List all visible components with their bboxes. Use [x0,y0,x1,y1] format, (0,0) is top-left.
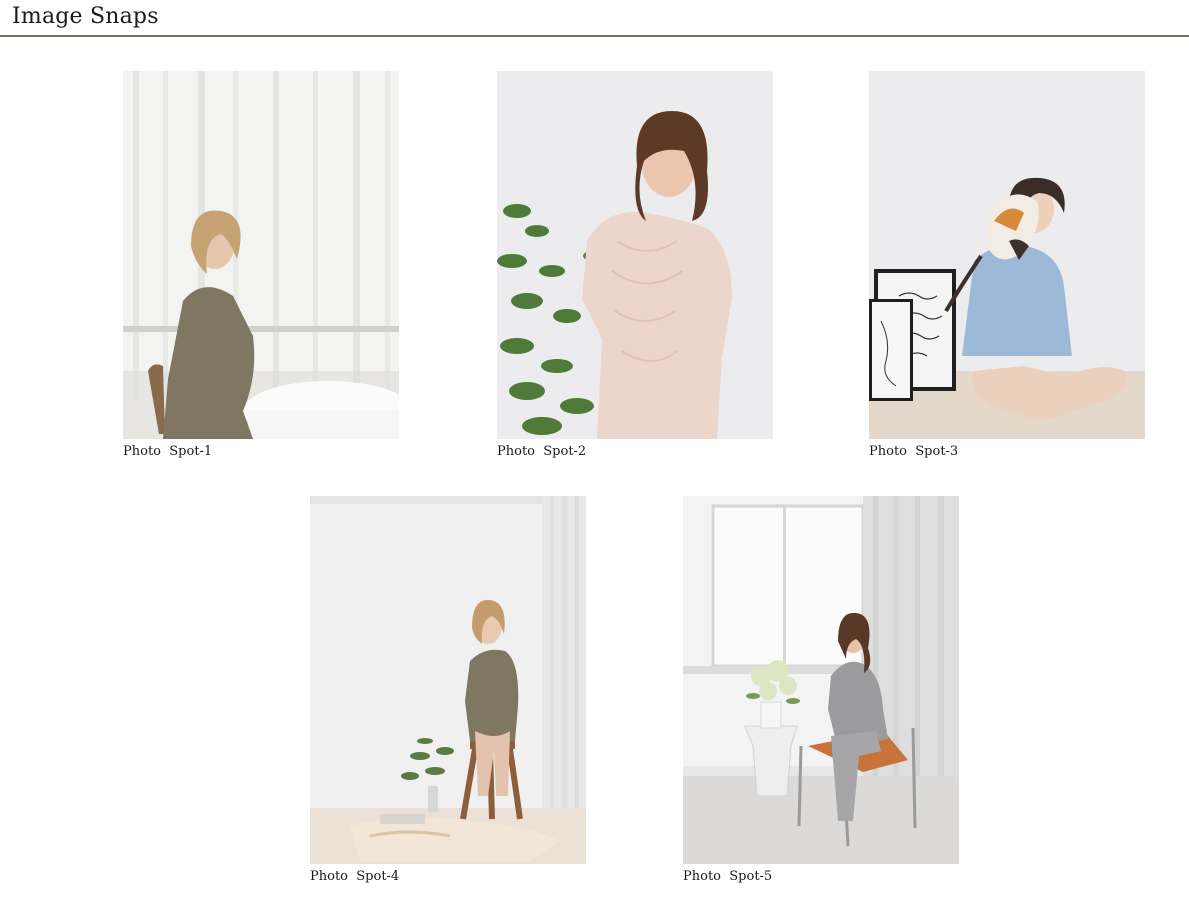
photo-caption: Photo Spot-3 [869,444,959,459]
gallery-card: Photo Spot-2 [497,71,773,459]
photo-spot-5-image[interactable] [683,496,959,864]
photo-caption: Photo Spot-5 [683,869,773,884]
page-header: Image Snaps [0,0,1189,37]
gallery-card: Photo Spot-3 [869,71,1145,459]
gallery-card: Photo Spot-4 [310,496,586,884]
photo-caption: Photo Spot-1 [123,444,213,459]
photo-spot-3-image[interactable] [869,71,1145,439]
photo-spot-1-image[interactable] [123,71,399,439]
page-title: Image Snaps [12,4,159,29]
photo-spot-4-image[interactable] [310,496,586,864]
gallery-card: Photo Spot-1 [123,71,399,459]
gallery-card: Photo Spot-5 [683,496,959,884]
photo-caption: Photo Spot-4 [310,869,400,884]
photo-spot-2-image[interactable] [497,71,773,439]
photo-caption: Photo Spot-2 [497,444,587,459]
